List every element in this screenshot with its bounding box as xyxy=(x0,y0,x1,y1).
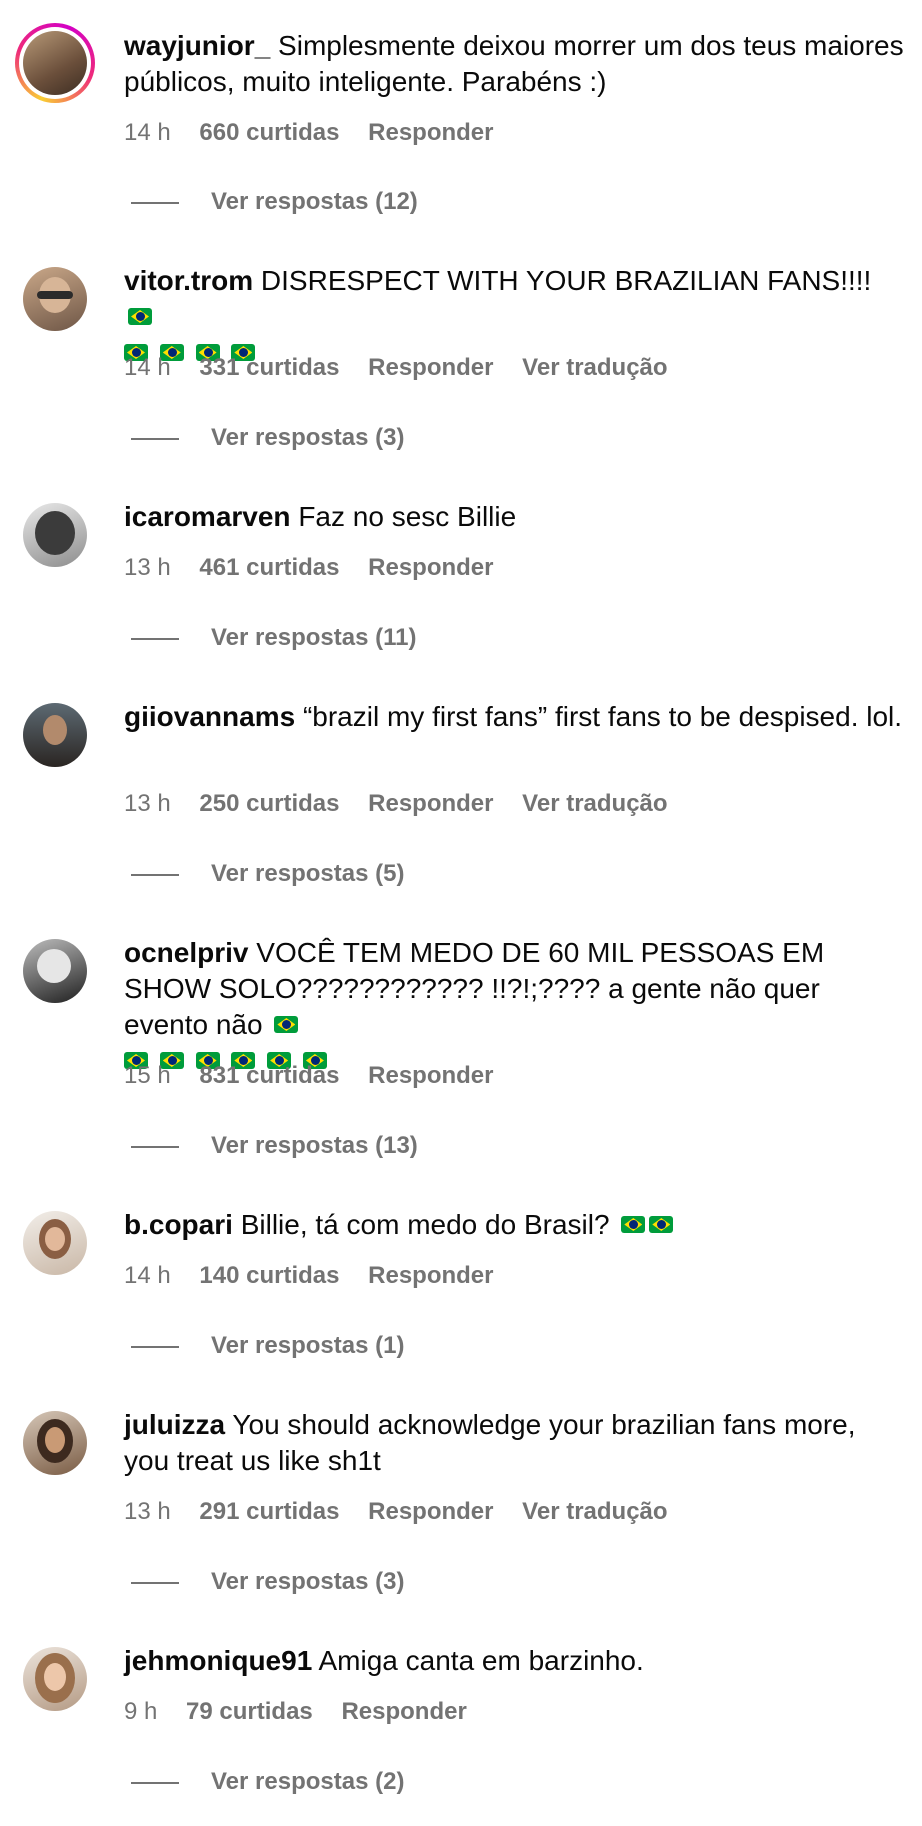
comment-username[interactable]: juluizza xyxy=(124,1409,225,1440)
replies-divider xyxy=(131,1582,179,1584)
translate-button[interactable]: Ver tradução xyxy=(522,1498,667,1525)
likes-count[interactable]: 331 curtidas xyxy=(199,354,339,381)
comment-meta: 9 h 79 curtidas Responder xyxy=(124,1698,489,1726)
likes-count[interactable]: 660 curtidas xyxy=(199,119,339,146)
avatar-photo xyxy=(43,715,67,745)
avatar-photo xyxy=(23,31,87,95)
translate-button[interactable]: Ver tradução xyxy=(522,790,667,817)
avatar-photo xyxy=(37,949,71,983)
avatar[interactable] xyxy=(23,503,87,567)
comment-time: 14 h xyxy=(124,119,171,146)
likes-count[interactable]: 250 curtidas xyxy=(199,790,339,817)
brazil-flag-icon xyxy=(621,1216,646,1233)
comment-time: 13 h xyxy=(124,1498,171,1525)
avatar-face xyxy=(44,1663,66,1691)
comment-text: icaromarven Faz no sesc Billie xyxy=(124,499,904,535)
reply-button[interactable]: Responder xyxy=(368,554,493,581)
likes-count[interactable]: 140 curtidas xyxy=(199,1262,339,1289)
view-replies-label: Ver respostas (12) xyxy=(211,188,418,215)
brazil-flag-icon xyxy=(128,308,152,325)
comment-username[interactable]: giiovannams xyxy=(124,701,295,732)
comment-time: 13 h xyxy=(124,554,171,581)
avatar[interactable] xyxy=(23,939,87,1003)
comment-meta: 13 h 291 curtidas Responder Ver tradução xyxy=(124,1498,690,1526)
comment-body: Faz no sesc Billie xyxy=(298,501,517,532)
avatar[interactable] xyxy=(15,23,95,103)
view-replies-label: Ver respostas (5) xyxy=(211,860,405,887)
likes-count[interactable]: 291 curtidas xyxy=(199,1498,339,1525)
reply-button[interactable]: Responder xyxy=(368,119,493,146)
translate-button[interactable]: Ver tradução xyxy=(522,354,667,381)
likes-count[interactable]: 831 curtidas xyxy=(199,1062,339,1089)
reply-button[interactable]: Responder xyxy=(368,354,493,381)
replies-divider xyxy=(131,1346,179,1348)
comment-username[interactable]: wayjunior_ xyxy=(124,30,270,61)
comments-list: wayjunior_ Simplesmente deixou morrer um… xyxy=(0,0,922,1826)
brazil-flag-icon xyxy=(274,1016,299,1033)
reply-button[interactable]: Responder xyxy=(341,1698,466,1725)
brazil-flag-icon xyxy=(649,1216,674,1233)
avatar-face xyxy=(45,1227,65,1251)
reply-button[interactable]: Responder xyxy=(368,1262,493,1289)
avatar-face xyxy=(45,1427,65,1453)
comment-text: jehmonique91 Amiga canta em barzinho. xyxy=(124,1643,904,1679)
comment-time: 15 h xyxy=(124,1062,171,1089)
view-replies-label: Ver respostas (2) xyxy=(211,1768,405,1795)
comment-meta: 13 h 250 curtidas Responder Ver tradução xyxy=(124,790,690,818)
comment-body: You should acknowledge your brazilian fa… xyxy=(124,1409,856,1476)
replies-divider xyxy=(131,202,179,204)
view-replies-label: Ver respostas (11) xyxy=(211,624,417,651)
comment-username[interactable]: b.copari xyxy=(124,1209,233,1240)
avatar[interactable] xyxy=(23,267,87,331)
avatar[interactable] xyxy=(23,1211,87,1275)
comment-username[interactable]: vitor.trom xyxy=(124,265,253,296)
comment-text: wayjunior_ Simplesmente deixou morrer um… xyxy=(124,28,904,100)
likes-count[interactable]: 461 curtidas xyxy=(199,554,339,581)
replies-divider xyxy=(131,1146,179,1148)
comment-meta: 15 h 831 curtidas Responder xyxy=(124,1062,516,1090)
comment-time: 14 h xyxy=(124,354,171,381)
comment-text: b.copari Billie, tá com medo do Brasil? xyxy=(124,1207,904,1243)
comment-text: ocnelpriv VOCÊ TEM MEDO DE 60 MIL PESSOA… xyxy=(124,935,904,1079)
replies-divider xyxy=(131,1782,179,1784)
comment-body: “brazil my first fans” first fans to be … xyxy=(302,701,903,732)
view-replies-label: Ver respostas (3) xyxy=(211,1568,405,1595)
comment-body: DISRESPECT WITH YOUR BRAZILIAN FANS!!!! xyxy=(260,265,872,296)
view-replies-label: Ver respostas (3) xyxy=(211,424,405,451)
comment-time: 13 h xyxy=(124,790,171,817)
comment-meta: 14 h 140 curtidas Responder xyxy=(124,1262,516,1290)
view-replies-label: Ver respostas (13) xyxy=(211,1132,418,1159)
view-replies-label: Ver respostas (1) xyxy=(211,1332,405,1359)
comment-meta: 14 h 331 curtidas Responder Ver tradução xyxy=(124,354,690,382)
replies-divider xyxy=(131,874,179,876)
avatar[interactable] xyxy=(23,1411,87,1475)
comment-meta: 14 h 660 curtidas Responder xyxy=(124,119,516,147)
reply-button[interactable]: Responder xyxy=(368,790,493,817)
replies-divider xyxy=(131,438,179,440)
likes-count[interactable]: 79 curtidas xyxy=(186,1698,313,1725)
comment-meta: 13 h 461 curtidas Responder xyxy=(124,554,516,582)
reply-button[interactable]: Responder xyxy=(368,1498,493,1525)
comment-body: Billie, tá com medo do Brasil? xyxy=(240,1209,610,1240)
replies-divider xyxy=(131,638,179,640)
reply-button[interactable]: Responder xyxy=(368,1062,493,1089)
comment-username[interactable]: ocnelpriv xyxy=(124,937,248,968)
comment-body: Amiga canta em barzinho. xyxy=(318,1645,644,1676)
comment-username[interactable]: jehmonique91 xyxy=(124,1645,312,1676)
avatar-glasses xyxy=(37,291,73,299)
comment-text: juluizza You should acknowledge your bra… xyxy=(124,1407,904,1479)
avatar-photo xyxy=(35,511,75,555)
avatar[interactable] xyxy=(23,703,87,767)
comment-time: 14 h xyxy=(124,1262,171,1289)
avatar[interactable] xyxy=(23,1647,87,1711)
comment-username[interactable]: icaromarven xyxy=(124,501,291,532)
comment-text: giiovannams “brazil my first fans” first… xyxy=(124,699,904,735)
comment-time: 9 h xyxy=(124,1698,158,1725)
